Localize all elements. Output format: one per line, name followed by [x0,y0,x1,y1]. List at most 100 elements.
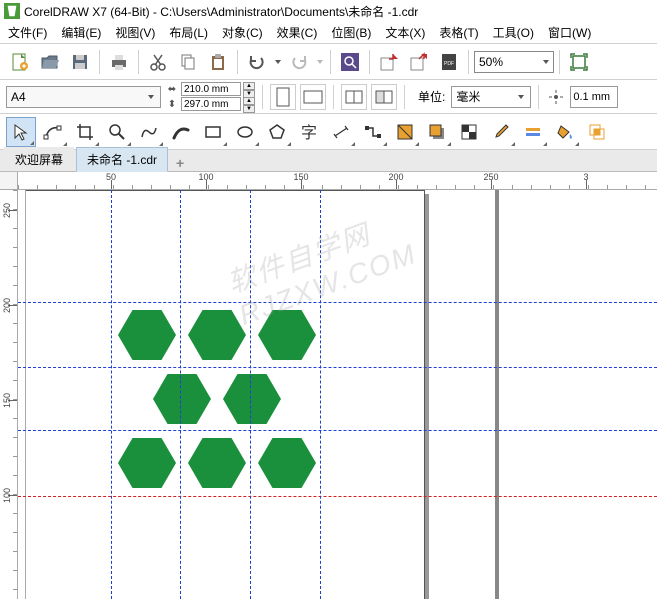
guide-horizontal[interactable] [18,367,657,368]
menu-view[interactable]: 视图(V) [115,24,155,41]
import-button[interactable] [375,48,403,76]
hexagon-shape[interactable] [118,310,176,360]
dimension-tool[interactable] [326,117,356,147]
window-title: CorelDRAW X7 (64-Bit) - C:\Users\Adminis… [24,3,418,20]
page-right-edge [495,190,499,599]
height-icon: ⬍ [165,99,179,110]
width-spinner[interactable]: ▲▼ [243,82,255,96]
cut-button[interactable] [144,48,172,76]
outline-tool[interactable] [518,117,548,147]
svg-text:字: 字 [301,124,317,142]
undo-button[interactable] [243,48,271,76]
all-pages-button[interactable] [341,84,367,110]
freehand-tool[interactable] [134,117,164,147]
separator [99,50,100,74]
nudge-input[interactable]: 0.1 mm [570,86,618,108]
landscape-button[interactable] [300,84,326,110]
hexagon-shape[interactable] [223,374,281,424]
separator [262,85,263,109]
menu-bitmap[interactable]: 位图(B) [331,24,371,41]
menu-window[interactable]: 窗口(W) [548,24,591,41]
redo-dropdown[interactable] [315,58,325,66]
separator [559,50,560,74]
hexagon-shape[interactable] [258,438,316,488]
hexagon-shape[interactable] [258,310,316,360]
tab-add-button[interactable]: + [170,155,190,171]
save-button[interactable] [66,48,94,76]
connector-tool[interactable] [358,117,388,147]
separator [138,50,139,74]
menu-text[interactable]: 文本(X) [385,24,425,41]
hexagon-shape[interactable] [188,438,246,488]
shape-tool[interactable] [38,117,68,147]
print-button[interactable] [105,48,133,76]
rectangle-tool[interactable] [198,117,228,147]
artistic-media-tool[interactable] [166,117,196,147]
paper-size-combo[interactable]: A4 [6,86,161,108]
guide-vertical[interactable] [180,190,181,599]
smart-fill-tool[interactable] [582,117,612,147]
separator [404,85,405,109]
export-button[interactable] [405,48,433,76]
zoom-combo[interactable]: 50% [474,51,554,73]
drop-shadow-tool[interactable] [422,117,452,147]
hexagon-shape[interactable] [188,310,246,360]
app-icon [4,3,20,19]
horizontal-ruler[interactable]: 501001502002503 [18,172,657,190]
ellipse-tool[interactable] [230,117,260,147]
fill-tool[interactable] [550,117,580,147]
menu-file[interactable]: 文件(F) [8,24,47,41]
copy-button[interactable] [174,48,202,76]
height-spinner[interactable]: ▲▼ [243,97,255,111]
menu-layout[interactable]: 布局(L) [169,24,208,41]
open-button[interactable] [36,48,64,76]
ruler-origin[interactable] [0,172,18,190]
pick-tool[interactable] [6,117,36,147]
current-page-button[interactable] [371,84,397,110]
search-button[interactable] [336,48,364,76]
text-tool[interactable]: 字 [294,117,324,147]
publish-pdf-button[interactable]: PDF [435,48,463,76]
menu-table[interactable]: 表格(T) [439,24,478,41]
guide-vertical[interactable] [250,190,251,599]
separator [369,50,370,74]
guide-horizontal[interactable] [18,430,657,431]
vertical-ruler[interactable]: 250200150100 [0,190,18,599]
guide-vertical[interactable] [111,190,112,599]
menu-tools[interactable]: 工具(O) [493,24,534,41]
portrait-button[interactable] [270,84,296,110]
crop-tool[interactable] [70,117,100,147]
undo-dropdown[interactable] [273,58,283,66]
unit-combo[interactable]: 毫米 [451,86,531,108]
nudge-icon [546,83,566,111]
paper-size-value: A4 [11,90,146,104]
page-dimensions: ⬌ 210.0 mm ▲▼ ⬍ 297.0 mm ▲▼ [165,82,255,112]
workspace: 501001502002503 250200150100 软件自学网 RJZXW… [0,172,657,599]
hexagon-shape[interactable] [153,374,211,424]
eyedropper-tool[interactable] [486,117,516,147]
guide-vertical[interactable] [320,190,321,599]
fullscreen-button[interactable] [565,48,593,76]
guide-horizontal-selected[interactable] [18,496,657,497]
tab-document[interactable]: 未命名 -1.cdr [76,147,168,172]
separator [330,50,331,74]
menu-effects[interactable]: 效果(C) [277,24,318,41]
page-height-input[interactable]: 297.0 mm [181,97,241,111]
redo-button[interactable] [285,48,313,76]
hexagon-shape[interactable] [118,438,176,488]
transparency-tool[interactable] [454,117,484,147]
canvas[interactable]: 软件自学网 RJZXW.COM [18,190,657,599]
zoom-tool[interactable] [102,117,132,147]
paste-button[interactable] [204,48,232,76]
interactive-fill-tool[interactable] [390,117,420,147]
document-tabs: 欢迎屏幕 未命名 -1.cdr + [0,150,657,172]
menu-edit[interactable]: 编辑(E) [61,24,101,41]
property-bar: A4 ⬌ 210.0 mm ▲▼ ⬍ 297.0 mm ▲▼ 单位: 毫米 0.… [0,80,657,114]
menu-object[interactable]: 对象(C) [222,24,263,41]
polygon-tool[interactable] [262,117,292,147]
new-button[interactable] [6,48,34,76]
page-width-input[interactable]: 210.0 mm [181,82,241,96]
guide-horizontal[interactable] [18,302,657,303]
separator [468,50,469,74]
tab-welcome[interactable]: 欢迎屏幕 [4,147,74,171]
